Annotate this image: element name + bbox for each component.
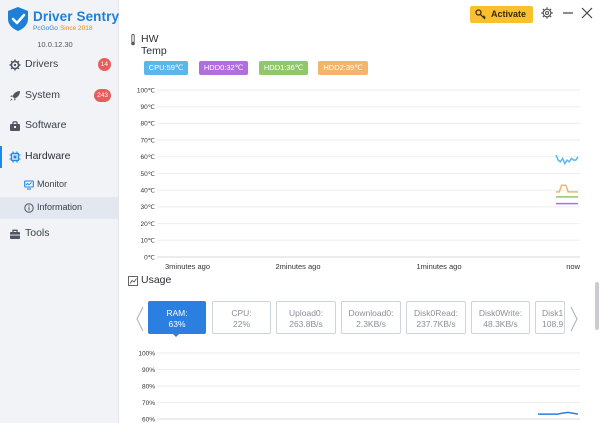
usage-chart: 60% 70% 80% 90% 100% [138, 350, 580, 423]
y-tick-label: 70% [142, 400, 155, 407]
series-line-ram [538, 411, 579, 415]
y-tick-label: 100% [138, 350, 155, 357]
y-tick-label: 80% [142, 383, 155, 390]
y-tick-label: 90% [142, 367, 155, 374]
scrollbar-thumb[interactable] [595, 282, 599, 330]
y-tick-label: 60% [142, 416, 155, 423]
